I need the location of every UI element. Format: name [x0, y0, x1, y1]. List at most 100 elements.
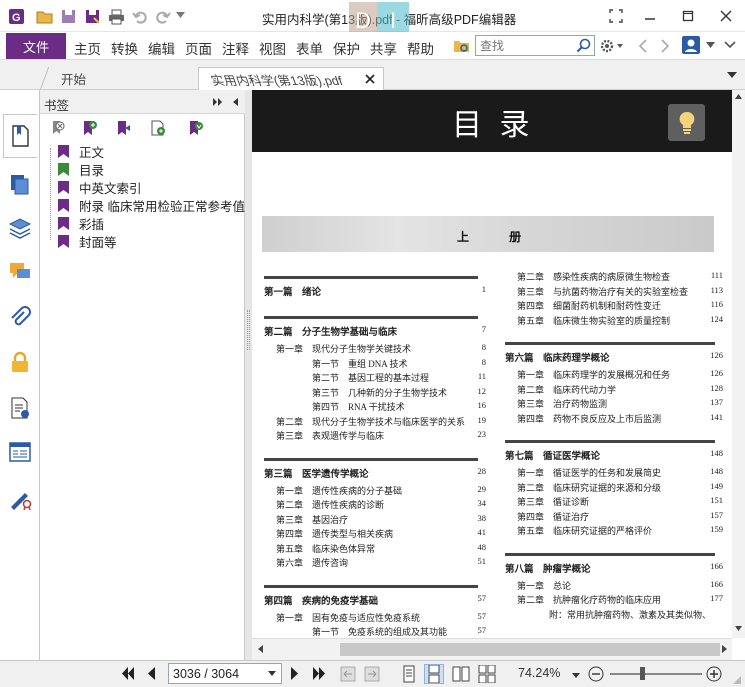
toc-entry-ch[interactable]: 第二章 感染性疾病的病原微生物检查	[517, 270, 670, 283]
panel-splitter[interactable]	[245, 90, 252, 660]
scroll-up-icon[interactable]	[735, 94, 742, 99]
toc-entry-note[interactable]: 附：常用抗肿瘤药物、激素及其类似物、	[549, 608, 711, 621]
vertical-scrollbar[interactable]	[732, 90, 745, 638]
redo-icon[interactable]	[154, 8, 171, 25]
bookmark-item[interactable]: 正文	[58, 142, 104, 160]
toc-entry-ch[interactable]: 第一章 现代分子生物学关键技术	[276, 342, 411, 355]
collapse-ribbon-icon[interactable]	[724, 41, 736, 49]
attachments-icon[interactable]	[8, 306, 32, 330]
previous-view-icon[interactable]	[638, 38, 648, 54]
menu-share[interactable]: 共享	[370, 38, 397, 58]
bookmark-item[interactable]: 彩插	[58, 214, 104, 232]
zoom-dropdown-icon[interactable]	[572, 673, 580, 678]
toc-entry-ch[interactable]: 第六章 遗传咨询	[276, 556, 348, 569]
zoom-slider-track[interactable]	[610, 673, 702, 675]
toc-entry-ch[interactable]: 第一章 遗传性疾病的分子基础	[276, 484, 402, 497]
search-input[interactable]	[476, 36, 570, 55]
go-back-view-icon[interactable]	[340, 666, 356, 682]
toc-entry-ch[interactable]: 第四章 循证治疗	[517, 510, 589, 523]
collapse-panel-icon[interactable]	[231, 97, 239, 107]
menu-home[interactable]: 主页	[74, 38, 101, 58]
document-properties-icon[interactable]	[8, 396, 32, 420]
save-as-icon[interactable]	[84, 8, 101, 25]
toc-entry-sec[interactable]: 第二节 基因工程的基本过程	[312, 371, 429, 384]
toc-entry-ch[interactable]: 第三章 治疗药物监测	[517, 397, 607, 410]
menu-comment[interactable]: 注释	[222, 38, 249, 58]
bookmark-item[interactable]: 中英文索引	[58, 178, 142, 196]
close-tab-icon[interactable]	[365, 74, 375, 84]
next-page-icon[interactable]	[291, 667, 299, 680]
tab-document[interactable]: 实用内科学(第13版).pdf	[198, 67, 384, 90]
resize-grip-icon[interactable]	[730, 673, 742, 685]
search-icon[interactable]	[576, 38, 591, 53]
toc-entry-ch[interactable]: 第二章 临床研究证据的来源和分级	[517, 481, 661, 494]
menu-form[interactable]: 表单	[296, 38, 323, 58]
tab-start[interactable]: 开始	[39, 67, 199, 90]
maximize-icon[interactable]	[674, 6, 702, 26]
scroll-right-icon[interactable]	[722, 645, 727, 653]
menu-help[interactable]: 帮助	[407, 38, 434, 58]
toc-entry-ch[interactable]: 第五章 临床染色体异常	[276, 542, 375, 555]
bookmark-item[interactable]: 封面等	[58, 232, 117, 250]
toc-entry-ch[interactable]: 第二章 遗传性疾病的诊断	[276, 498, 384, 511]
toc-entry-sec[interactable]: 第四节 RNA 干扰技术	[312, 400, 405, 413]
toc-entry-ch[interactable]: 第三章 循证诊断	[517, 495, 589, 508]
tab-list-dropdown-icon[interactable]	[727, 72, 737, 78]
menu-edit[interactable]: 编辑	[148, 38, 175, 58]
toc-entry-sec[interactable]: 第三节 几种新的分子生物学技术	[312, 386, 447, 399]
settings-gear-icon[interactable]	[600, 38, 624, 54]
layers-icon[interactable]	[8, 216, 32, 240]
comments-icon[interactable]	[8, 260, 32, 284]
toc-entry-ch[interactable]: 第三章 与抗菌药物治疗有关的实验室检查	[517, 285, 688, 298]
bookmark-item[interactable]: 目录	[58, 160, 104, 178]
expand-panel-icon[interactable]	[212, 97, 224, 107]
toc-entry-ch[interactable]: 第二章 抗肿瘤化疗药物的临床应用	[517, 593, 661, 606]
toc-entry-sec[interactable]: 第一节 重组 DNA 技术	[312, 357, 408, 370]
menu-page[interactable]: 页面	[185, 38, 212, 58]
toc-entry-sec[interactable]: 第一节 免疫系统的组成及其功能	[312, 625, 447, 638]
page-thumbnails-icon[interactable]	[8, 172, 32, 196]
horizontal-scroll-thumb[interactable]	[340, 643, 720, 656]
toc-entry-ch[interactable]: 第一章 固有免疫与适应性免疫系统	[276, 611, 420, 624]
go-forward-view-icon[interactable]	[364, 666, 380, 682]
scroll-left-icon[interactable]	[258, 645, 263, 653]
open-folder-icon[interactable]	[36, 8, 53, 25]
toc-entry-part[interactable]: 第一篇 绪论	[264, 284, 321, 298]
previous-page-icon[interactable]	[147, 667, 155, 680]
toc-entry-ch[interactable]: 第四章 遗传类型与相关疾病	[276, 527, 393, 540]
zoom-out-icon[interactable]	[588, 666, 604, 682]
facing-view-icon[interactable]	[452, 666, 470, 682]
account-dropdown-icon[interactable]	[706, 42, 715, 48]
delete-bookmark-icon[interactable]	[50, 120, 66, 136]
undo-icon[interactable]	[132, 8, 149, 25]
first-page-icon[interactable]	[121, 667, 135, 680]
scroll-down-icon[interactable]	[735, 626, 742, 631]
menu-view[interactable]: 视图	[259, 38, 286, 58]
bookmark-item[interactable]: 附录 临床常用检验正常参考值	[58, 196, 245, 214]
quick-access-dropdown-icon[interactable]	[176, 12, 185, 18]
single-page-view-icon[interactable]	[402, 665, 416, 683]
ribbon-toggle-icon[interactable]	[602, 6, 630, 26]
close-window-icon[interactable]	[712, 6, 740, 26]
page-dropdown-icon[interactable]	[268, 671, 276, 676]
find-folder-icon[interactable]	[453, 38, 471, 54]
toc-entry-ch[interactable]: 第五章 临床研究证据的严格评价	[517, 524, 652, 537]
signature-icon[interactable]	[8, 486, 32, 510]
continuous-view-button[interactable]	[424, 664, 444, 684]
print-icon[interactable]	[108, 8, 125, 25]
promote-bookmark-icon[interactable]	[116, 120, 132, 136]
toc-entry-part[interactable]: 第六篇 临床药理学概论	[505, 350, 610, 364]
save-icon[interactable]	[60, 8, 77, 25]
continuous-facing-view-icon[interactable]	[478, 665, 496, 683]
toc-entry-ch[interactable]: 第一章 循证医学的任务和发展简史	[517, 466, 661, 479]
toc-entry-ch[interactable]: 第一章 临床药理学的发展概况和任务	[517, 368, 670, 381]
toc-entry-ch[interactable]: 第三章 基因治疗	[276, 513, 348, 526]
toc-entry-ch[interactable]: 第二章 临床药代动力学	[517, 383, 616, 396]
bookmark-panel-icon[interactable]	[8, 124, 32, 148]
next-view-icon[interactable]	[660, 38, 670, 54]
add-bookmark-icon[interactable]	[82, 120, 98, 136]
toc-entry-ch[interactable]: 第二章 现代分子生物学技术与临床医学的关系	[276, 415, 465, 428]
zoom-level[interactable]: 74.24%	[518, 666, 560, 680]
find-bookmark-icon[interactable]	[188, 120, 204, 136]
last-page-icon[interactable]	[312, 667, 326, 680]
